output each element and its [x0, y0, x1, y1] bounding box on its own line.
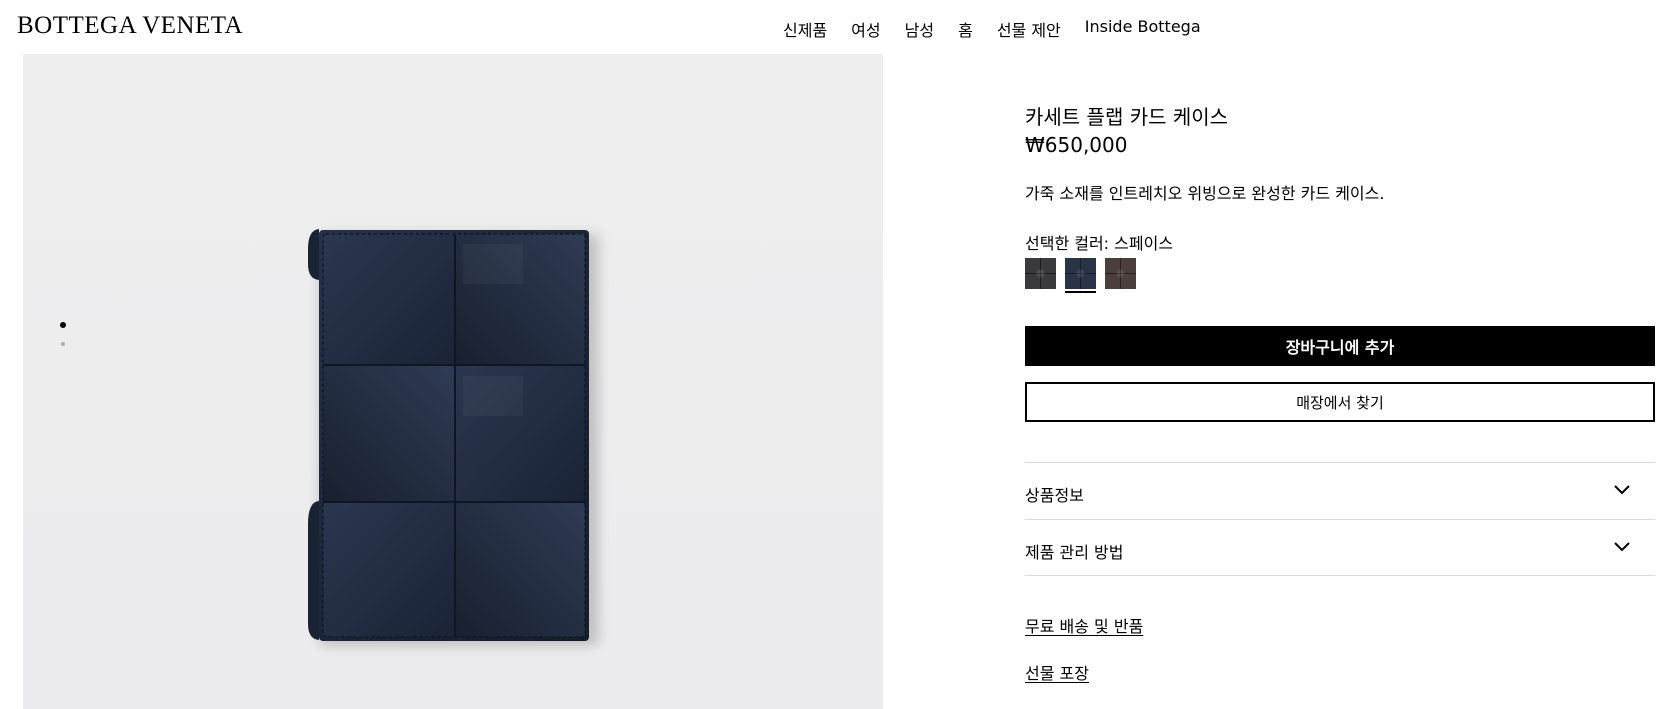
color-swatches [1025, 258, 1136, 293]
selected-color-label: 선택한 컬러: 스페이스 [1025, 234, 1174, 253]
accordion-product-info[interactable]: 상품정보 [1025, 462, 1655, 519]
nav-item-home[interactable]: 홈 [958, 17, 973, 41]
product-image [308, 229, 599, 646]
nav-item-women[interactable]: 여성 [851, 17, 880, 41]
free-shipping-returns-link[interactable]: 무료 배송 및 반품 [1025, 613, 1143, 637]
nav-item-men[interactable]: 남성 [905, 17, 934, 41]
swatch-image [1105, 258, 1136, 289]
chevron-down-icon [1614, 542, 1630, 552]
add-to-cart-button[interactable]: 장바구니에 추가 [1025, 326, 1655, 366]
site-header: BOTTEGA VENETA 신제품 여성 남성 홈 선물 제안 Inside … [0, 0, 1670, 54]
selected-swatch-indicator [1065, 291, 1096, 293]
gift-wrapping-link[interactable]: 선물 포장 [1025, 660, 1089, 684]
product-description: 가죽 소재를 인트레치오 위빙으로 완성한 카드 케이스. [1025, 184, 1385, 203]
swatch-image [1025, 258, 1056, 289]
product-price: ₩650,000 [1025, 133, 1128, 157]
brand-logo[interactable]: BOTTEGA VENETA [17, 12, 243, 40]
chevron-down-icon [1614, 485, 1630, 495]
nav-item-inside-bottega[interactable]: Inside Bottega [1085, 17, 1201, 41]
find-in-store-button[interactable]: 매장에서 찾기 [1025, 382, 1655, 422]
swatch-image [1065, 258, 1096, 289]
product-title: 카세트 플랩 카드 케이스 [1025, 105, 1229, 129]
product-image-pane[interactable] [23, 54, 883, 709]
color-swatch-space[interactable] [1065, 258, 1096, 293]
color-swatch-dark-grey[interactable] [1025, 258, 1056, 289]
accordion-care-instructions[interactable]: 제품 관리 방법 [1025, 519, 1655, 576]
nav-item-gifts[interactable]: 선물 제안 [997, 17, 1061, 41]
main-nav: 신제품 여성 남성 홈 선물 제안 Inside Bottega [783, 17, 1201, 41]
carousel-dot-active[interactable] [60, 322, 66, 328]
color-swatch-brown[interactable] [1105, 258, 1136, 289]
accordion-label: 상품정보 [1025, 486, 1084, 505]
carousel-dot[interactable] [61, 342, 65, 346]
nav-item-new[interactable]: 신제품 [783, 17, 827, 41]
accordion-label: 제품 관리 방법 [1025, 543, 1124, 562]
